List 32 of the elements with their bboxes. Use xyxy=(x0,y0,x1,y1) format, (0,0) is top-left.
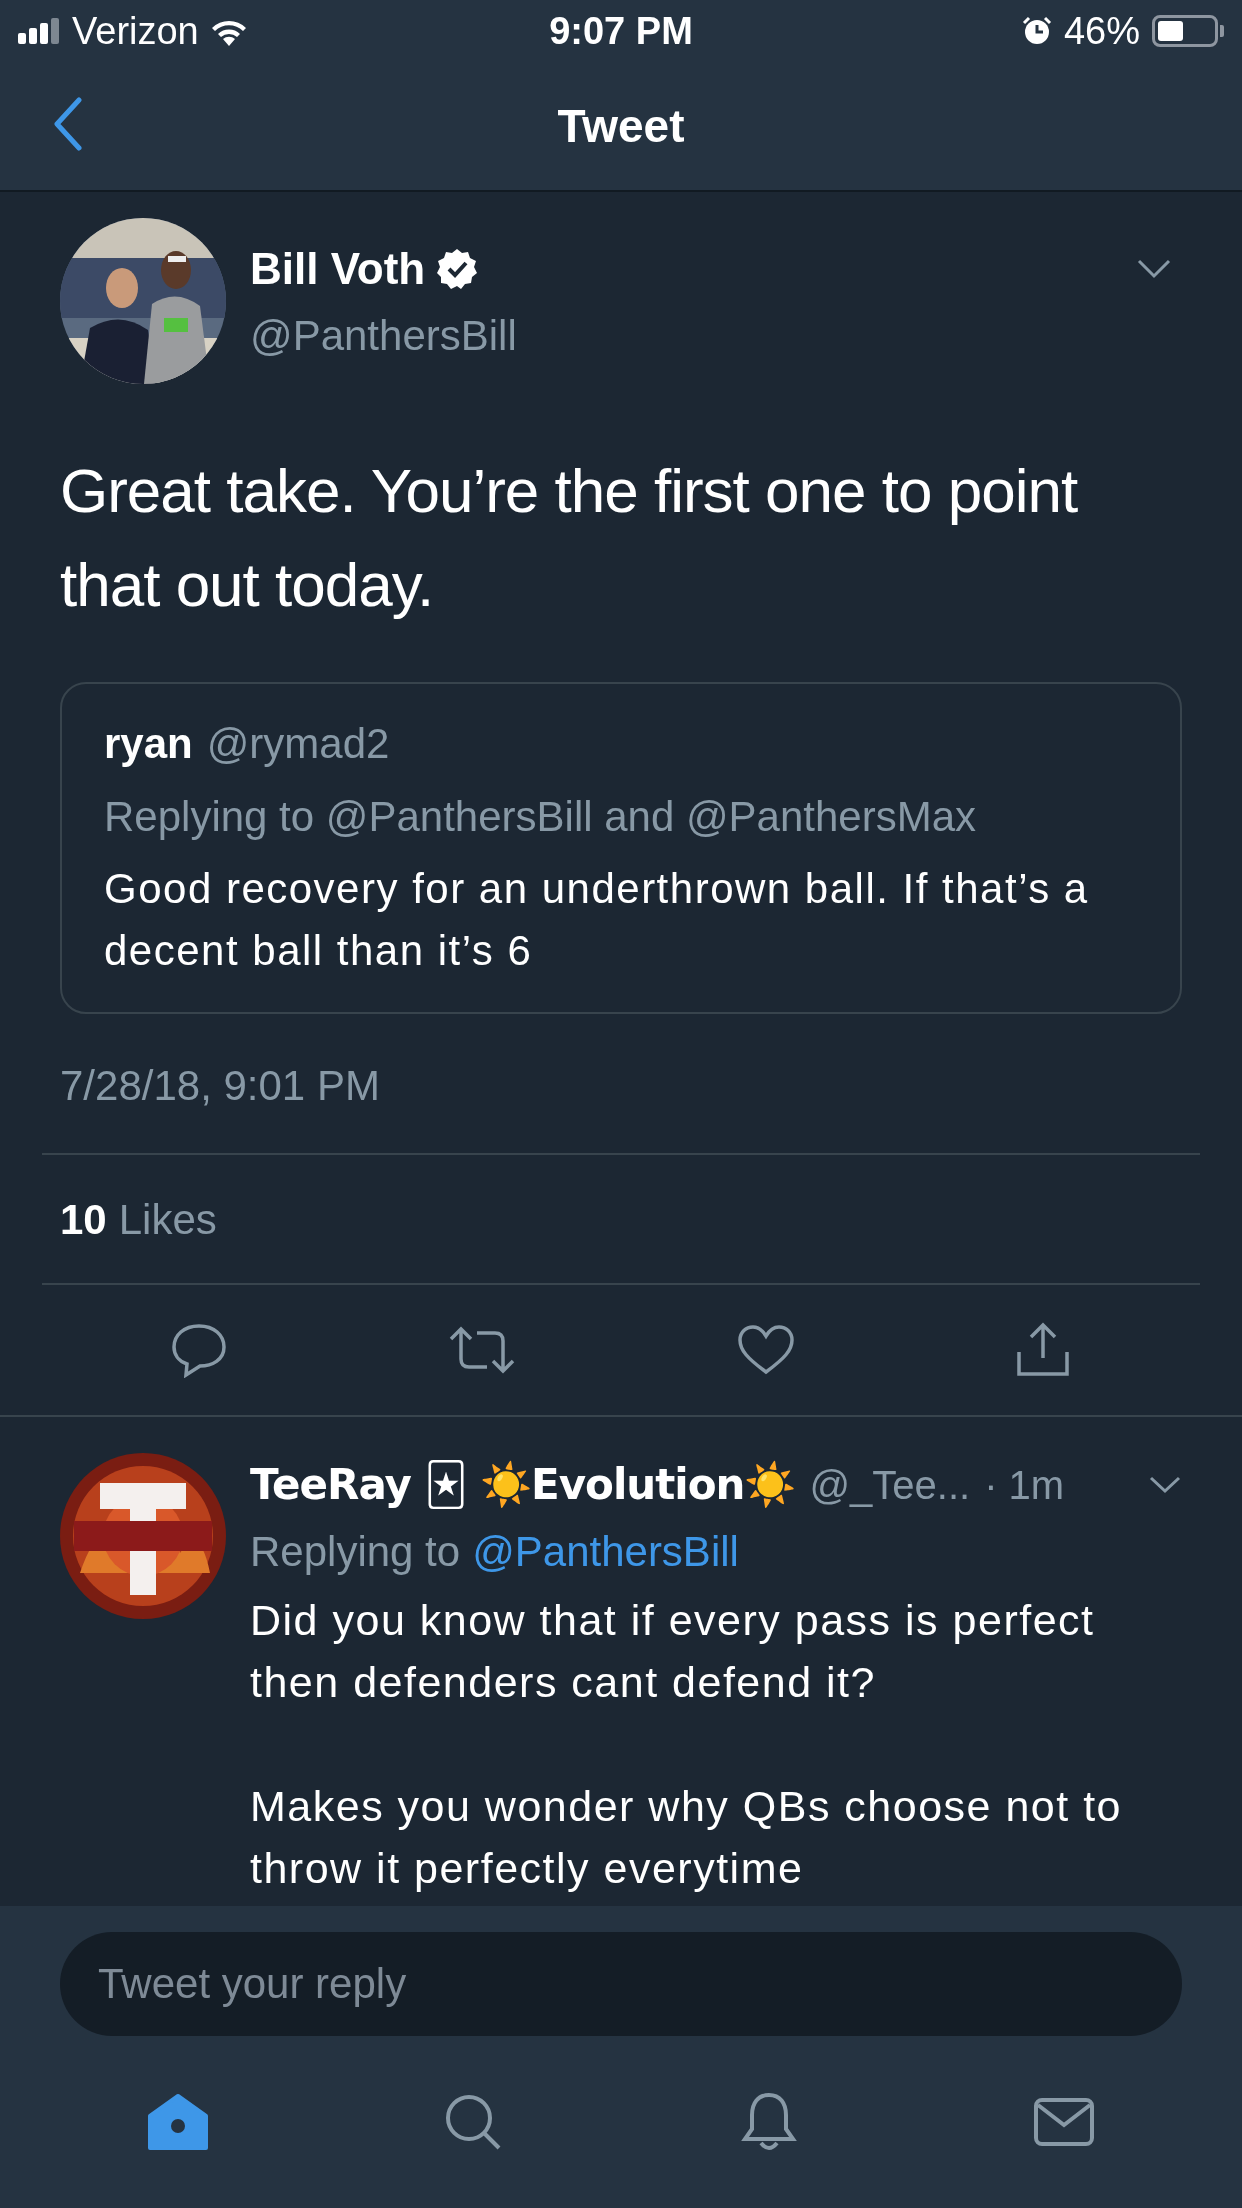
signal-icon xyxy=(18,18,62,44)
author-handle: @PanthersBill xyxy=(250,310,518,361)
reply-icon[interactable] xyxy=(169,1322,228,1378)
reply-input-field[interactable]: Tweet your reply xyxy=(60,1932,1182,2036)
carrier-name: Verizon xyxy=(72,8,199,54)
reply-text: Makes you wonder why QBs choose not to throw it perfectly everytime xyxy=(250,1781,1124,1894)
reply-text: Did you know that if every pass is perfect then defenders cant defend it? xyxy=(250,1595,1096,1708)
tweet-text: Great take. You’re the first one to point that out today. xyxy=(59,455,1079,621)
likes-count: 10 xyxy=(60,1194,107,1245)
author-name: TeeRay 🃏 ☀Evolution☀ xyxy=(250,1459,796,1511)
replying-to-label: Replying to xyxy=(250,1527,461,1577)
clock-time: 9:07 PM xyxy=(548,8,694,54)
screen-title: Tweet xyxy=(557,98,685,154)
chevron-down-icon[interactable] xyxy=(1148,1474,1182,1495)
chevron-down-icon[interactable] xyxy=(1136,258,1172,280)
battery-percent: 46% xyxy=(1063,8,1140,54)
heart-icon[interactable] xyxy=(736,1324,795,1376)
battery-icon xyxy=(1152,15,1218,47)
tweet-timestamp: 7/28/18, 9:01 PM xyxy=(59,1061,381,1111)
reply-time: · 1m xyxy=(984,1461,1065,1509)
replying-to-text: Replying to @PanthersBill and @PanthersMax xyxy=(104,792,978,842)
likes-label: Likes xyxy=(118,1194,217,1245)
author-name: Bill Voth xyxy=(250,242,426,295)
quoted-author-name: ryan xyxy=(104,719,193,769)
bell-icon[interactable] xyxy=(739,2091,798,2153)
author-handle: @_Tee... xyxy=(809,1461,971,1509)
quoted-author-handle: @rymad2 xyxy=(206,719,390,769)
mention-link[interactable]: @PanthersBill xyxy=(472,1520,739,1583)
mail-icon[interactable] xyxy=(1033,2097,1096,2147)
alarm-clock-icon xyxy=(1021,16,1052,46)
quoted-tweet-text: Good recovery for an underthrown ball. If that’s a decent ball than it’s 6 xyxy=(104,864,1090,976)
home-icon[interactable] xyxy=(145,2092,210,2152)
